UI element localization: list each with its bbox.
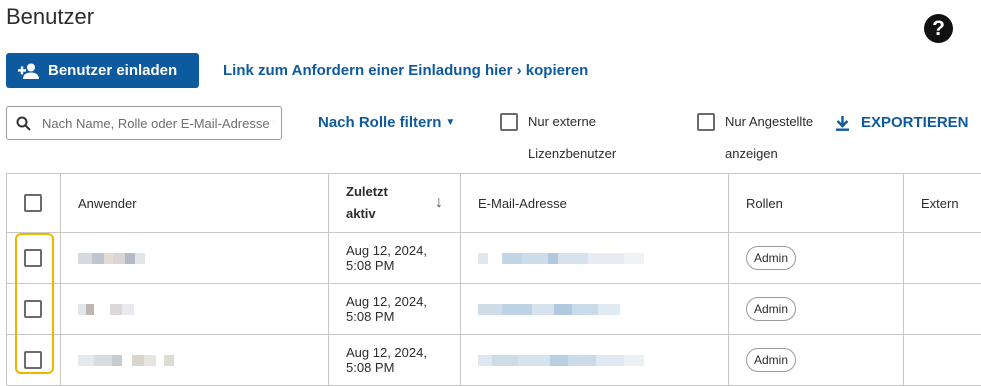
column-header-external[interactable]: Extern (904, 174, 981, 233)
add-user-icon (18, 63, 40, 79)
roles-cell: Admin (729, 335, 904, 386)
last-active-header-line1: Zuletzt (346, 184, 388, 199)
external-only-label-2: Lizenzbenutzer (528, 138, 616, 170)
search-field[interactable] (6, 106, 282, 140)
redacted-user-name (78, 303, 311, 316)
email-cell (461, 335, 729, 386)
employees-only-label-1: Nur Angestellte (725, 106, 813, 138)
copy-invite-link[interactable]: Link zum Anfordern einer Einladung hier … (223, 62, 588, 79)
role-filter-label: Nach Rolle filtern (318, 114, 441, 131)
download-icon (836, 115, 849, 131)
caret-down-icon: ▼ (445, 117, 455, 128)
role-badge: Admin (746, 297, 796, 321)
last-active-date: Aug 12, 2024, (346, 294, 427, 309)
last-active-time: 5:08 PM (346, 360, 394, 375)
export-label: EXPORTIEREN (861, 114, 969, 131)
last-active-header-label: Zuletzt aktiv (346, 181, 388, 225)
employees-only-checkbox[interactable] (697, 113, 715, 131)
last-active-cell: Aug 12, 2024,5:08 PM (329, 233, 461, 284)
redacted-user-name (78, 354, 311, 367)
table-row[interactable]: Aug 12, 2024,5:08 PM Admin (7, 284, 981, 335)
select-all-cell (7, 174, 61, 233)
last-active-cell: Aug 12, 2024,5:08 PM (329, 335, 461, 386)
last-active-time: 5:08 PM (346, 309, 394, 324)
select-all-checkbox[interactable] (24, 194, 42, 212)
role-badge: Admin (746, 348, 796, 372)
email-cell (461, 284, 729, 335)
external-only-label-1: Nur externe (528, 106, 596, 138)
search-icon (16, 116, 31, 131)
roles-cell: Admin (729, 284, 904, 335)
column-header-email[interactable]: E-Mail-Adresse (461, 174, 729, 233)
employees-only-label-2: anzeigen (725, 138, 778, 170)
redacted-email (478, 354, 711, 367)
external-cell (904, 335, 981, 386)
user-cell (61, 284, 329, 335)
user-cell (61, 335, 329, 386)
column-header-last-active[interactable]: Zuletzt aktiv ↓ (329, 174, 461, 233)
invite-user-button[interactable]: Benutzer einladen (6, 53, 199, 88)
export-button[interactable]: EXPORTIEREN (836, 114, 969, 131)
invite-user-label: Benutzer einladen (48, 62, 177, 79)
role-badge: Admin (746, 246, 796, 270)
help-icon[interactable]: ? (924, 14, 953, 43)
external-cell (904, 284, 981, 335)
users-table: Anwender Zuletzt aktiv ↓ E-Mail-Adresse R… (6, 173, 981, 386)
page-title: Benutzer (6, 4, 94, 30)
redacted-user-name (78, 252, 311, 265)
sort-down-icon[interactable]: ↓ (435, 192, 443, 214)
external-cell (904, 233, 981, 284)
table-row[interactable]: Aug 12, 2024,5:08 PM Admin (7, 335, 981, 386)
last-active-date: Aug 12, 2024, (346, 345, 427, 360)
last-active-header-line2: aktiv (346, 206, 376, 221)
table-row[interactable]: Aug 12, 2024,5:08 PM Admin (7, 233, 981, 284)
column-header-user[interactable]: Anwender (61, 174, 329, 233)
last-active-time: 5:08 PM (346, 258, 394, 273)
search-input[interactable] (40, 115, 276, 132)
roles-cell: Admin (729, 233, 904, 284)
last-active-date: Aug 12, 2024, (346, 243, 427, 258)
email-cell (461, 233, 729, 284)
external-only-checkbox[interactable] (500, 113, 518, 131)
redacted-email (478, 303, 711, 316)
redacted-email (478, 252, 711, 265)
user-cell (61, 233, 329, 284)
table-header-row: Anwender Zuletzt aktiv ↓ E-Mail-Adresse R… (7, 174, 981, 233)
role-filter-dropdown[interactable]: Nach Rolle filtern ▼ (318, 114, 455, 131)
column-header-roles[interactable]: Rollen (729, 174, 904, 233)
checkbox-highlight-annotation (15, 233, 54, 374)
last-active-cell: Aug 12, 2024,5:08 PM (329, 284, 461, 335)
